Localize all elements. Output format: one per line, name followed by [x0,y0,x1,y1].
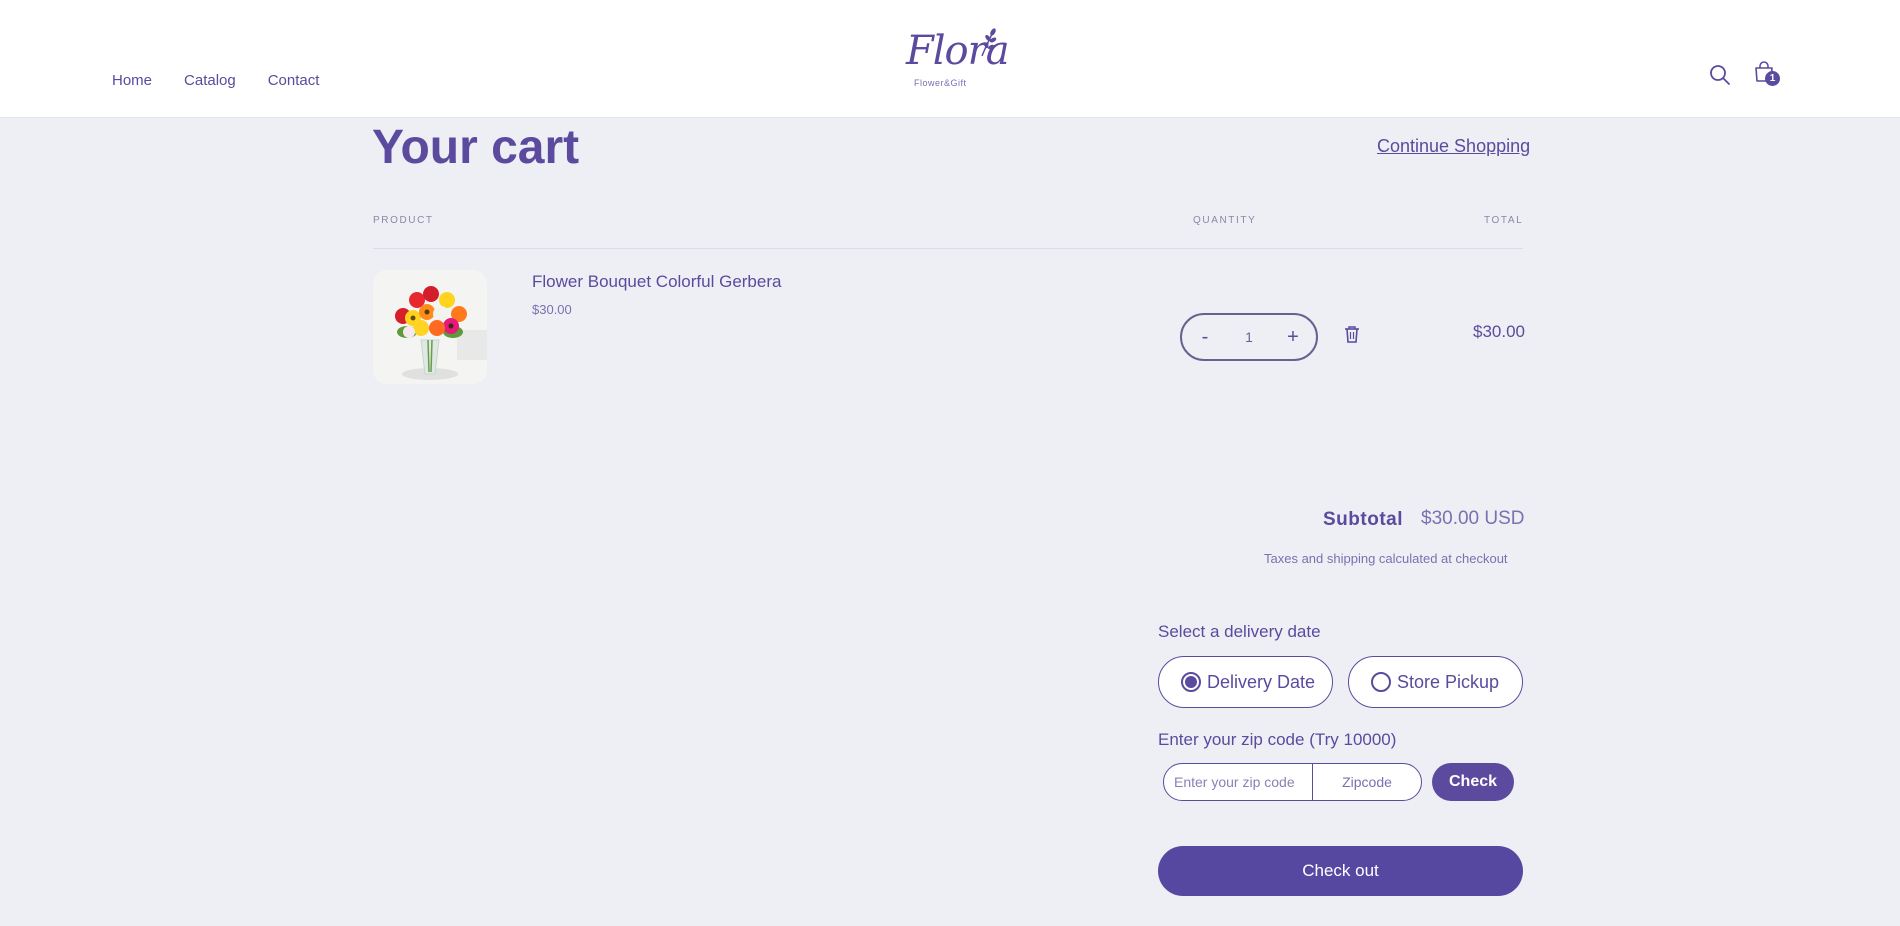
nav-contact-link[interactable]: Contact [268,72,320,89]
site-header: Home Catalog Contact Flora Flower&Gift 1 [0,0,1900,118]
zip-code-field-group: Zipcode [1163,763,1422,801]
leaf-icon [981,28,997,57]
page-title: Your cart [372,121,580,174]
zip-code-label: Enter your zip code (Try 10000) [1158,730,1397,749]
store-pickup-option[interactable]: Store Pickup [1348,656,1523,708]
subtotal-value: $30.00 USD [1421,508,1525,529]
product-image[interactable] [373,270,487,384]
zip-code-input[interactable] [1164,764,1312,800]
header-divider [373,248,1523,249]
store-pickup-option-label: Store Pickup [1397,671,1500,692]
column-header-quantity: QUANTITY [1193,215,1257,226]
nav-home-link[interactable]: Home [112,72,152,89]
delivery-date-option-label: Delivery Date [1207,671,1316,692]
continue-shopping-link[interactable]: Continue Shopping [1377,136,1530,157]
zip-code-type-label: Zipcode [1342,774,1392,790]
radio-unselected-icon [1371,672,1391,692]
quantity-stepper: - 1 + [1180,313,1318,361]
quantity-increase-button[interactable]: + [1284,326,1302,349]
nav-catalog-link[interactable]: Catalog [184,72,236,89]
quantity-decrease-button[interactable]: - [1196,326,1214,349]
delivery-date-label: Select a delivery date [1158,622,1321,641]
delivery-date-option[interactable]: Delivery Date [1158,656,1333,708]
product-name-link[interactable]: Flower Bouquet Colorful Gerbera [532,272,781,292]
search-icon[interactable] [1709,64,1731,91]
main-nav: Home Catalog Contact [112,72,319,89]
trash-icon[interactable] [1344,325,1360,348]
logo[interactable]: Flora Flower&Gift [900,26,1010,90]
column-header-product: PRODUCT [373,215,434,226]
check-zip-button[interactable]: Check [1432,763,1514,801]
logo-subtitle: Flower&Gift [914,78,967,88]
line-item-total: $30.00 [1473,322,1525,341]
quantity-value[interactable]: 1 [1245,329,1253,345]
tax-note: Taxes and shipping calculated at checkou… [1264,551,1508,566]
product-unit-price: $30.00 [532,302,572,317]
subtotal-label: Subtotal [1323,509,1403,530]
cart-count-badge: 1 [1765,71,1780,86]
radio-selected-icon [1181,672,1201,692]
checkout-button[interactable]: Check out [1158,846,1523,896]
column-header-total: TOTAL [1484,215,1524,226]
